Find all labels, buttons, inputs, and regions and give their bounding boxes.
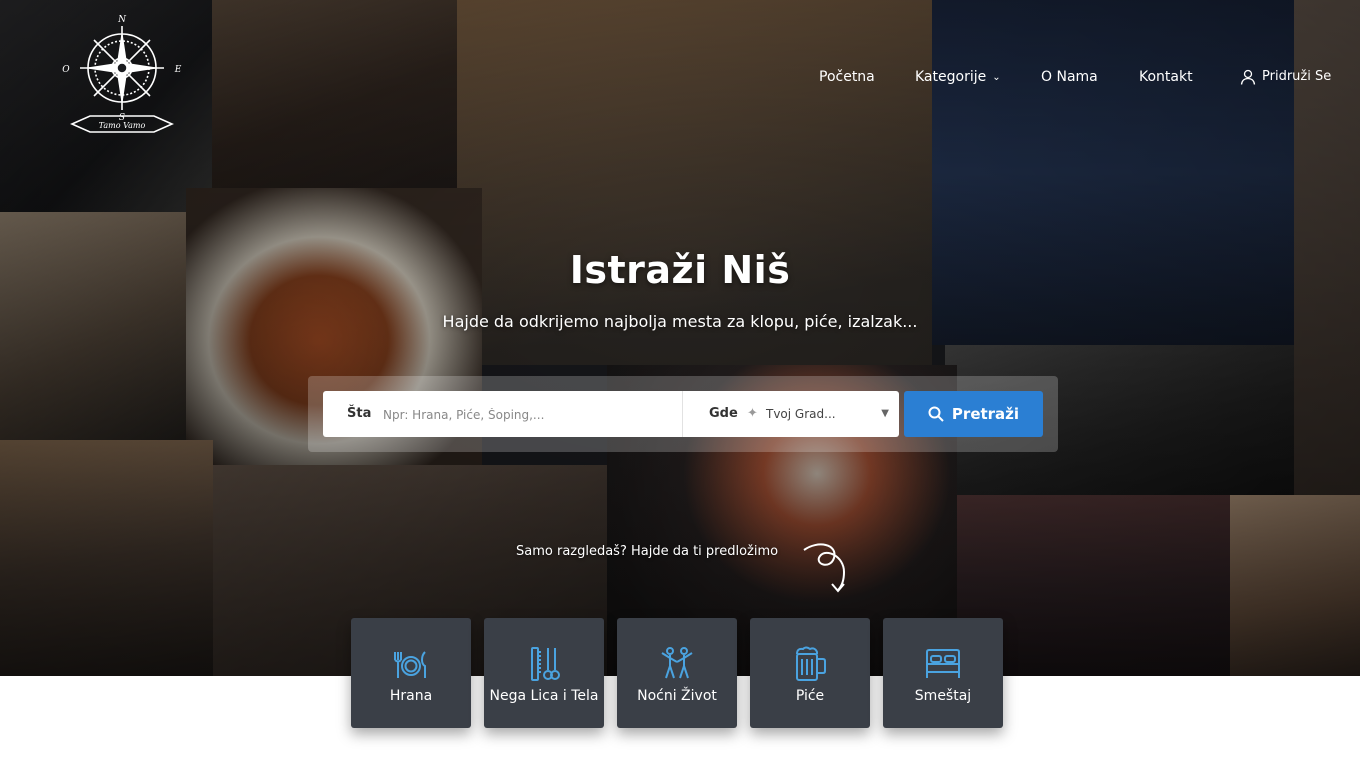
crosshair-icon: ✦ [747,406,758,421]
logo-text: Tamo Vamo [99,121,146,130]
nav-item-kontakt[interactable]: Kontakt [1139,66,1193,88]
page-subtitle: Hajde da odkrijemo najbolja mesta za klo… [442,312,918,331]
category-card-pice[interactable]: Piće [750,618,870,728]
category-label: Nega Lica i Tela [489,688,599,704]
dancing-people-icon [661,647,693,679]
join-link[interactable]: Pridruži Se [1240,66,1331,88]
caret-down-icon: ▼ [881,408,889,419]
search-button[interactable]: Pretraži [904,391,1043,437]
category-card-nocni-zivot[interactable]: Noćni Život [617,618,737,728]
category-label: Hrana [389,688,433,704]
nav-item-label: Kategorije [915,69,987,85]
what-label: Šta [347,406,372,421]
city-select-value: Tvoj Grad... [766,407,836,421]
where-label: Gde [709,406,738,421]
hero-dark-overlay [0,0,1360,676]
nav-item-o-nama[interactable]: O Nama [1041,66,1098,88]
user-icon [1240,69,1256,85]
utensils-icon [394,651,426,678]
search-divider [682,391,683,437]
category-card-nega[interactable]: Nega Lica i Tela [484,618,604,728]
swirl-arrow-icon [803,543,846,593]
chevron-down-icon: ⌄ [992,72,1001,83]
search-button-label: Pretraži [951,405,1020,423]
join-label: Pridruži Se [1262,69,1332,84]
compass-n: N [117,15,127,25]
category-label: Noćni Život [637,688,717,704]
page-title: Istraži Niš [569,248,791,292]
nav-item-kategorije[interactable]: Kategorije ⌄ [915,66,1001,89]
search-form: Šta Gde ✦ Tvoj Grad... ▼ [323,391,899,437]
what-search-input[interactable] [381,399,675,431]
comb-scissors-icon [531,647,560,681]
hero-section: N E S O Tamo Vamo Početna Kategorije ⌄ O … [0,0,1360,676]
bed-icon [926,649,960,678]
nav-item-pocetna[interactable]: Početna [819,66,875,88]
beer-mug-icon [796,646,826,681]
suggest-text: Samo razgledaš? Hajde da ti predložimo [516,544,779,559]
category-label: Piće [795,688,825,704]
category-card-smestaj[interactable]: Smeštaj [883,618,1003,728]
category-label: Smeštaj [914,688,972,704]
category-card-hrana[interactable]: Hrana [351,618,471,728]
main-nav: Početna Kategorije ⌄ O Nama Kontakt Pridr… [0,66,1360,90]
search-icon [928,406,944,422]
city-select[interactable]: ✦ Tvoj Grad... ▼ [747,391,897,437]
